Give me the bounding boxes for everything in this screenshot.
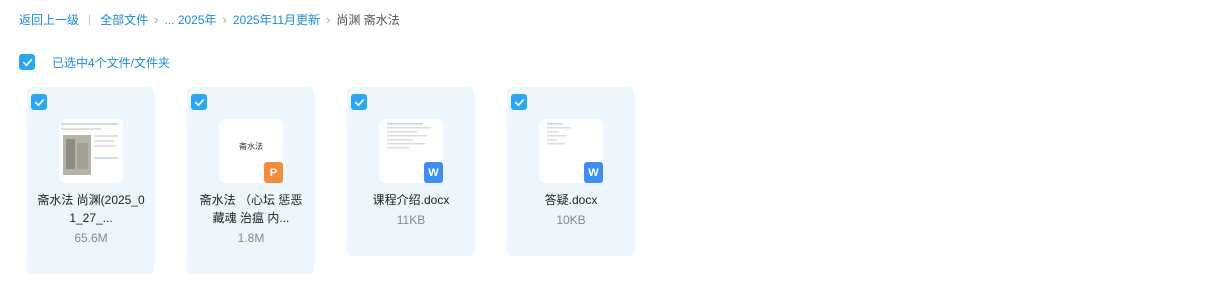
file-card[interactable]: W 答疑.docx 10KB bbox=[507, 87, 635, 256]
file-name: 斋水法 （心坛 惩恶藏魂 治瘟 内... bbox=[199, 193, 303, 225]
selection-bar: 已选中4个文件/文件夹 bbox=[19, 54, 170, 70]
breadcrumb-current: 尚渊 斋水法 bbox=[336, 12, 400, 27]
divider: | bbox=[88, 12, 92, 26]
file-size: 10KB bbox=[556, 213, 586, 227]
file-thumbnail bbox=[59, 119, 123, 183]
chevron-right-icon: › bbox=[222, 11, 227, 27]
back-link[interactable]: 返回上一级 bbox=[19, 11, 79, 28]
file-size: 65.6M bbox=[74, 231, 108, 245]
file-card[interactable]: W 课程介绍.docx 11KB bbox=[347, 87, 475, 256]
selection-count: 已选中4个文件/文件夹 bbox=[52, 55, 171, 70]
document-preview-icon bbox=[59, 119, 123, 183]
file-size: 11KB bbox=[396, 213, 426, 227]
file-size: 1.8M bbox=[237, 231, 265, 245]
file-name: 课程介绍.docx bbox=[372, 193, 450, 207]
file-checkbox[interactable] bbox=[351, 94, 367, 110]
check-icon bbox=[194, 98, 204, 106]
breadcrumb-item-2025-11[interactable]: 2025年11月更新 bbox=[233, 11, 320, 28]
word-file-icon: W bbox=[584, 162, 603, 183]
breadcrumb-item-all-files[interactable]: 全部文件 bbox=[100, 11, 148, 28]
file-name: 答疑.docx bbox=[544, 193, 598, 207]
breadcrumb: 返回上一级 | 全部文件 › ... 2025年 › 2025年11月更新 › … bbox=[19, 11, 400, 27]
file-card[interactable]: 斋水法 尚渊(2025_01_27_... 65.6M bbox=[27, 87, 155, 274]
chevron-right-icon: › bbox=[154, 11, 159, 27]
thumbnail-text: 斋水法 bbox=[239, 142, 263, 151]
ppt-file-icon: P bbox=[264, 162, 283, 183]
file-checkbox[interactable] bbox=[511, 94, 527, 110]
check-icon bbox=[354, 98, 364, 106]
check-icon bbox=[514, 98, 524, 106]
file-checkbox[interactable] bbox=[31, 94, 47, 110]
select-all-checkbox[interactable] bbox=[19, 54, 35, 70]
file-checkbox[interactable] bbox=[191, 94, 207, 110]
check-icon bbox=[34, 98, 44, 106]
file-name: 斋水法 尚渊(2025_01_27_... bbox=[37, 193, 145, 225]
chevron-right-icon: › bbox=[326, 11, 331, 27]
file-card[interactable]: 斋水法 P 斋水法 （心坛 惩恶藏魂 治瘟 内... 1.8M bbox=[187, 87, 315, 274]
check-icon bbox=[22, 58, 32, 66]
breadcrumb-item-2025[interactable]: ... 2025年 bbox=[165, 11, 217, 28]
word-file-icon: W bbox=[424, 162, 443, 183]
